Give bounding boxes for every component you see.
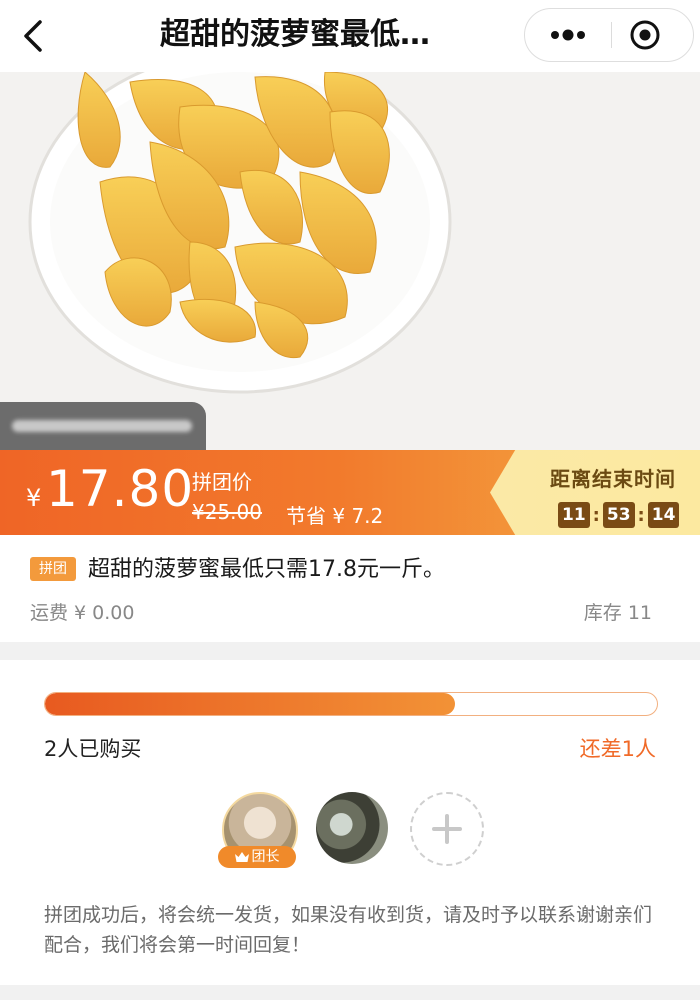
countdown-colon: :	[637, 504, 645, 526]
stock-count: 库存 11	[583, 602, 652, 624]
leader-label: 团长	[251, 849, 280, 865]
product-image[interactable]	[0, 72, 700, 450]
section-divider	[0, 642, 700, 660]
group-price-label: 拼团价	[192, 470, 252, 494]
product-title: 超甜的菠萝蜜最低只需17.8元一斤。	[88, 557, 445, 582]
page-title: 超甜的菠萝蜜最低…	[160, 17, 430, 52]
jackfruit-plate-illustration	[28, 72, 452, 394]
leader-badge: 团长	[218, 846, 296, 868]
bottom-divider	[0, 985, 700, 1000]
group-price: 17.80	[46, 460, 195, 518]
countdown-seconds: 14	[647, 502, 680, 528]
back-chevron-icon[interactable]	[16, 18, 52, 54]
savings-text: 节省 ¥ 7.2	[286, 504, 384, 528]
watermark-tag	[0, 402, 206, 450]
remaining-count: 还差1人	[579, 737, 656, 761]
countdown-label: 距离结束时间	[550, 467, 676, 491]
countdown-minutes: 53	[602, 502, 635, 528]
bought-count: 2人已购买	[44, 737, 142, 761]
capsule-divider	[611, 22, 612, 48]
avatar-member[interactable]	[316, 792, 388, 864]
countdown-timer: 11 : 53 : 14	[558, 502, 680, 528]
plus-icon	[445, 814, 449, 844]
group-progress-bar	[44, 692, 658, 716]
group-buy-badge: 拼团	[30, 557, 76, 581]
currency-symbol: ¥	[26, 484, 42, 512]
countdown-hours: 11	[558, 502, 590, 528]
countdown-colon: :	[592, 504, 600, 526]
group-notice: 拼团成功后，将会统一发货，如果没有收到货，请及时予以联系谢谢亲们配合，我们将会第…	[44, 904, 653, 956]
invite-add-button[interactable]	[410, 792, 484, 866]
group-progress-fill	[45, 693, 456, 715]
mini-program-capsule	[524, 8, 694, 62]
more-dots-icon[interactable]	[525, 9, 611, 61]
target-close-icon[interactable]	[623, 9, 693, 61]
nav-header: 超甜的菠萝蜜最低…	[0, 0, 700, 72]
original-price: ¥25.00	[192, 500, 262, 524]
shipping-fee: 运费 ¥ 0.00	[30, 602, 135, 624]
crown-icon	[234, 852, 249, 862]
